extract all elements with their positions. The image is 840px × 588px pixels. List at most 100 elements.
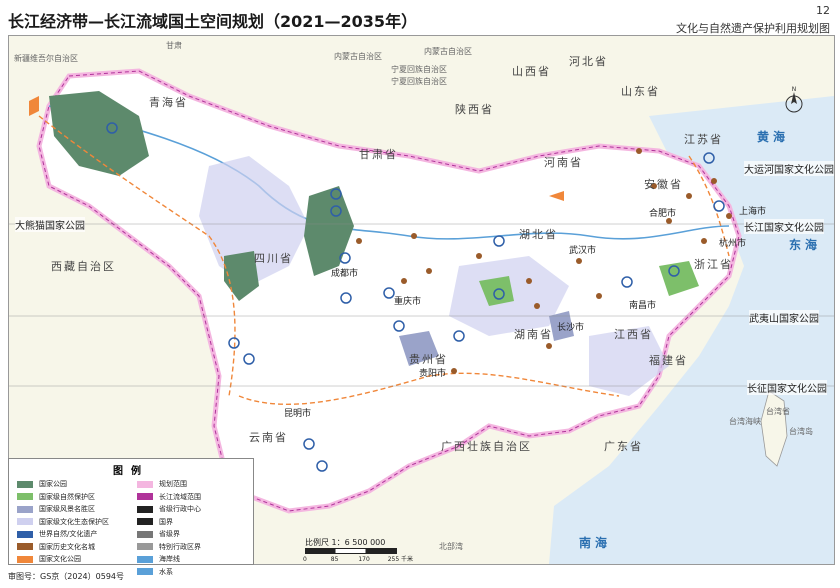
legend-label: 省级行政中心 — [159, 505, 201, 514]
province-label-zhejiang: 浙江省 — [694, 258, 733, 271]
province-label-xinjiang: 新疆维吾尔自治区 — [14, 54, 78, 63]
north-arrow-icon: N — [785, 86, 803, 113]
legend-label: 长江流域范围 — [159, 492, 201, 501]
city-label-shanghai: 上海市 — [739, 207, 767, 217]
history-city-marker — [476, 253, 482, 259]
city-label-hangzhou: 杭州市 — [719, 239, 747, 249]
history-city-marker — [526, 278, 532, 284]
city-label-chengdu: 成都市 — [331, 269, 359, 279]
history-city-marker — [411, 233, 417, 239]
legend-swatch — [17, 530, 33, 538]
history-city-marker — [576, 258, 582, 264]
history-city-marker — [701, 238, 707, 244]
scale-tick: 0 — [303, 556, 307, 563]
province-label-fujian: 福建省 — [649, 354, 688, 367]
legend-item: 世界自然/文化遗产 — [17, 528, 109, 541]
legend-swatch — [17, 555, 33, 563]
sea-label-nanhai: 南海 — [579, 536, 612, 550]
city-label-hefei: 合肥市 — [649, 209, 677, 219]
history-city-marker — [546, 343, 552, 349]
province-label-sichuan: 四川省 — [254, 252, 293, 265]
province-label-neimenggu: 内蒙古自治区 — [334, 52, 382, 61]
map-legend: 图例 国家公园 国家级自然保护区 国家级风景名胜区 国家级文化生态保护区 世界自然/文化… — [8, 458, 254, 576]
legend-item: 省级界 — [137, 528, 201, 541]
city-label-kunming: 昆明市 — [284, 409, 312, 419]
province-label-hubei: 湖北省 — [519, 228, 558, 241]
city-label-wuhan: 武汉市 — [569, 246, 597, 256]
park-label-long-march: 长征国家文化公园 — [747, 380, 827, 395]
legend-label: 国家级自然保护区 — [39, 492, 95, 501]
legend-item: 长江流域范围 — [137, 491, 201, 504]
legend-right-column: 规划范围长江流域范围 省级行政中心国界 省级界特别行政区界 海岸线水系 — [137, 478, 201, 578]
province-label-shanxi: 山西省 — [512, 65, 551, 78]
legend-item: 国家公园 — [17, 478, 109, 491]
legend-swatch — [137, 480, 153, 488]
scale-label: 比例尺 1：6 500 000 — [305, 538, 386, 547]
park-label-wuyishan: 武夷山国家公园 — [749, 310, 819, 325]
province-label-anhui: 安徽省 — [644, 178, 683, 191]
city-label-changsha: 长沙市 — [557, 323, 585, 333]
map-subtitle: 文化与自然遗产保护利用规划图 — [676, 22, 830, 35]
svg-text:N: N — [792, 86, 797, 93]
history-city-marker — [596, 293, 602, 299]
province-label-ningxia: 宁夏回族自治区 — [391, 65, 447, 74]
legend-label: 省级界 — [159, 530, 180, 539]
legend-swatch — [17, 505, 33, 513]
sea-label-huanghai: 黄海 — [757, 130, 790, 144]
legend-label: 国家文化公园 — [39, 555, 81, 564]
legend-item: 规划范围 — [137, 478, 201, 491]
legend-item: 海岸线 — [137, 553, 201, 566]
province-label-hebei: 河北省 — [569, 55, 608, 68]
legend-item: 国界 — [137, 516, 201, 529]
legend-label: 规划范围 — [159, 480, 187, 489]
legend-label: 特别行政区界 — [159, 542, 201, 551]
legend-swatch — [17, 480, 33, 488]
history-city-marker — [426, 268, 432, 274]
legend-item: 国家级自然保护区 — [17, 491, 109, 504]
legend-label: 国家级风景名胜区 — [39, 505, 95, 514]
page-number: 12 — [816, 4, 830, 17]
province-label-shaanxi: 陕西省 — [455, 103, 494, 116]
legend-item: 国家级风景名胜区 — [17, 503, 109, 516]
legend-label: 水系 — [159, 567, 173, 576]
province-label-gansu: 甘肃省 — [359, 148, 398, 161]
history-city-marker — [711, 178, 717, 184]
province-label-hunan: 湖南省 — [514, 328, 553, 341]
province-label-guangxi: 广西壮族自治区 — [441, 440, 532, 453]
province-label-chongqing: 重庆市 — [394, 297, 422, 307]
park-label-giant-panda: 大熊猫国家公园 — [15, 217, 85, 232]
label-ningxia-small: 宁夏回族自治区 — [391, 77, 447, 86]
sea-label-beibuwan: 北部湾 — [439, 542, 463, 551]
legend-swatch — [17, 518, 33, 526]
province-label-yunnan: 云南省 — [249, 431, 288, 444]
label-neimenggu-small: 内蒙古自治区 — [424, 47, 472, 56]
island-label-taiwan-island: 台湾岛 — [789, 427, 813, 436]
legend-label: 海岸线 — [159, 555, 180, 564]
legend-swatch — [137, 543, 153, 551]
scale-tick: 85 — [330, 556, 339, 563]
province-label-qinghai: 青海省 — [149, 96, 188, 109]
history-city-marker — [356, 238, 362, 244]
scale-tick: 255 千米 — [387, 556, 414, 563]
label-gansu-small: 甘肃 — [166, 41, 182, 50]
legend-swatch — [137, 505, 153, 513]
history-city-marker — [636, 148, 642, 154]
legend-swatch — [137, 530, 153, 538]
legend-item: 国家历史文化名城 — [17, 541, 109, 554]
park-label-yangtze: 长江国家文化公园 — [744, 219, 824, 234]
province-label-xizang: 西藏自治区 — [51, 260, 116, 273]
island-label-taiwan-province: 台湾省 — [766, 407, 790, 416]
legend-item: 水系 — [137, 566, 201, 579]
park-label-grand-canal: 大运河国家文化公园 — [744, 161, 834, 176]
province-label-henan: 河南省 — [544, 156, 583, 169]
province-label-jiangsu: 江苏省 — [684, 133, 723, 146]
legend-item: 省级行政中心 — [137, 503, 201, 516]
legend-swatch — [137, 555, 153, 563]
legend-item: 特别行政区界 — [137, 541, 201, 554]
legend-swatch — [137, 568, 153, 576]
province-label-shandong: 山东省 — [621, 85, 660, 98]
history-city-marker — [686, 193, 692, 199]
history-city-marker — [451, 368, 457, 374]
province-label-guangdong: 广东省 — [604, 440, 643, 453]
sea-label-taiwan-strait: 台湾海峡 — [729, 417, 761, 426]
